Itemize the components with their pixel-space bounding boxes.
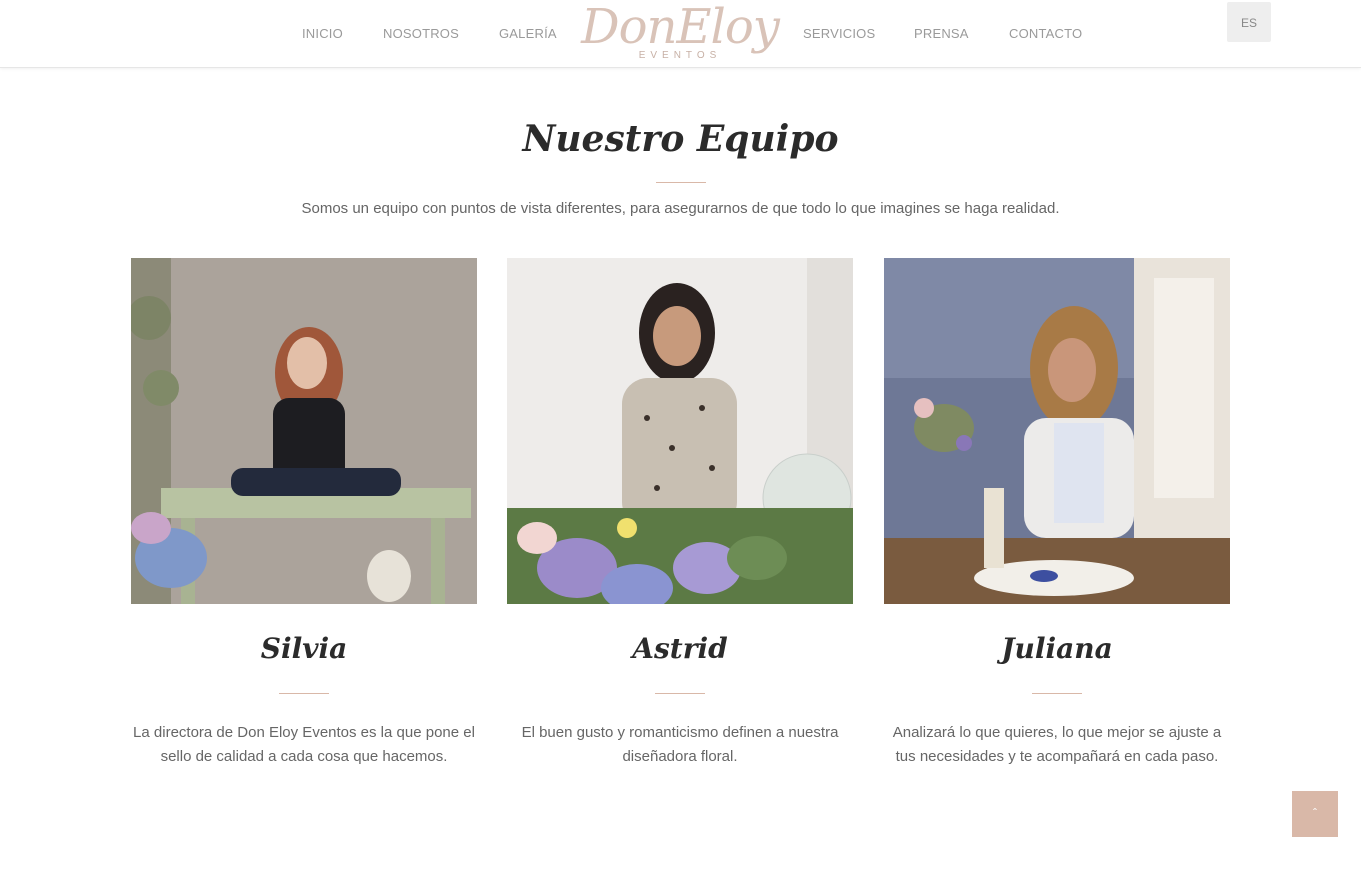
team-member-description: La directora de Don Eloy Eventos es la q… [133,724,475,765]
chevron-up-icon: ˆ [1313,806,1317,820]
nav-link-contacto[interactable]: CONTACTO [1009,26,1082,41]
language-selector[interactable]: ES [1227,2,1271,42]
name-divider [279,693,329,694]
site-header: INICIO NOSOTROS GALERÍA DonEloy EVENTOS … [0,0,1361,68]
nav-link-inicio[interactable]: INICIO [302,26,343,41]
team-member-name: Astrid [632,632,728,665]
title-divider [656,182,706,183]
team-member-description: Analizará lo que quieres, lo que mejor s… [892,724,1222,765]
section-title: Nuestro Equipo [522,118,839,160]
team-photo-silvia [131,258,477,604]
scroll-to-top-button[interactable]: ˆ [1292,791,1338,837]
name-divider [655,693,705,694]
team-photo-juliana [884,258,1230,604]
nav-link-galeria[interactable]: GALERÍA [499,26,557,41]
nav-link-servicios[interactable]: SERVICIOS [803,26,875,41]
team-member-name: Silvia [260,632,348,665]
team-photo-astrid [507,258,853,604]
site-logo[interactable]: DonEloy EVENTOS [580,2,780,66]
section-subtitle: Somos un equipo con puntos de vista dife… [301,200,1060,217]
logo-wordmark: DonEloy [581,0,780,55]
nav-link-nosotros[interactable]: NOSOTROS [383,26,459,41]
team-member-name: Juliana [1001,632,1113,665]
nav-link-prensa[interactable]: PRENSA [914,26,969,41]
name-divider [1032,693,1082,694]
team-member-description: El buen gusto y romanticismo definen a n… [521,724,839,765]
